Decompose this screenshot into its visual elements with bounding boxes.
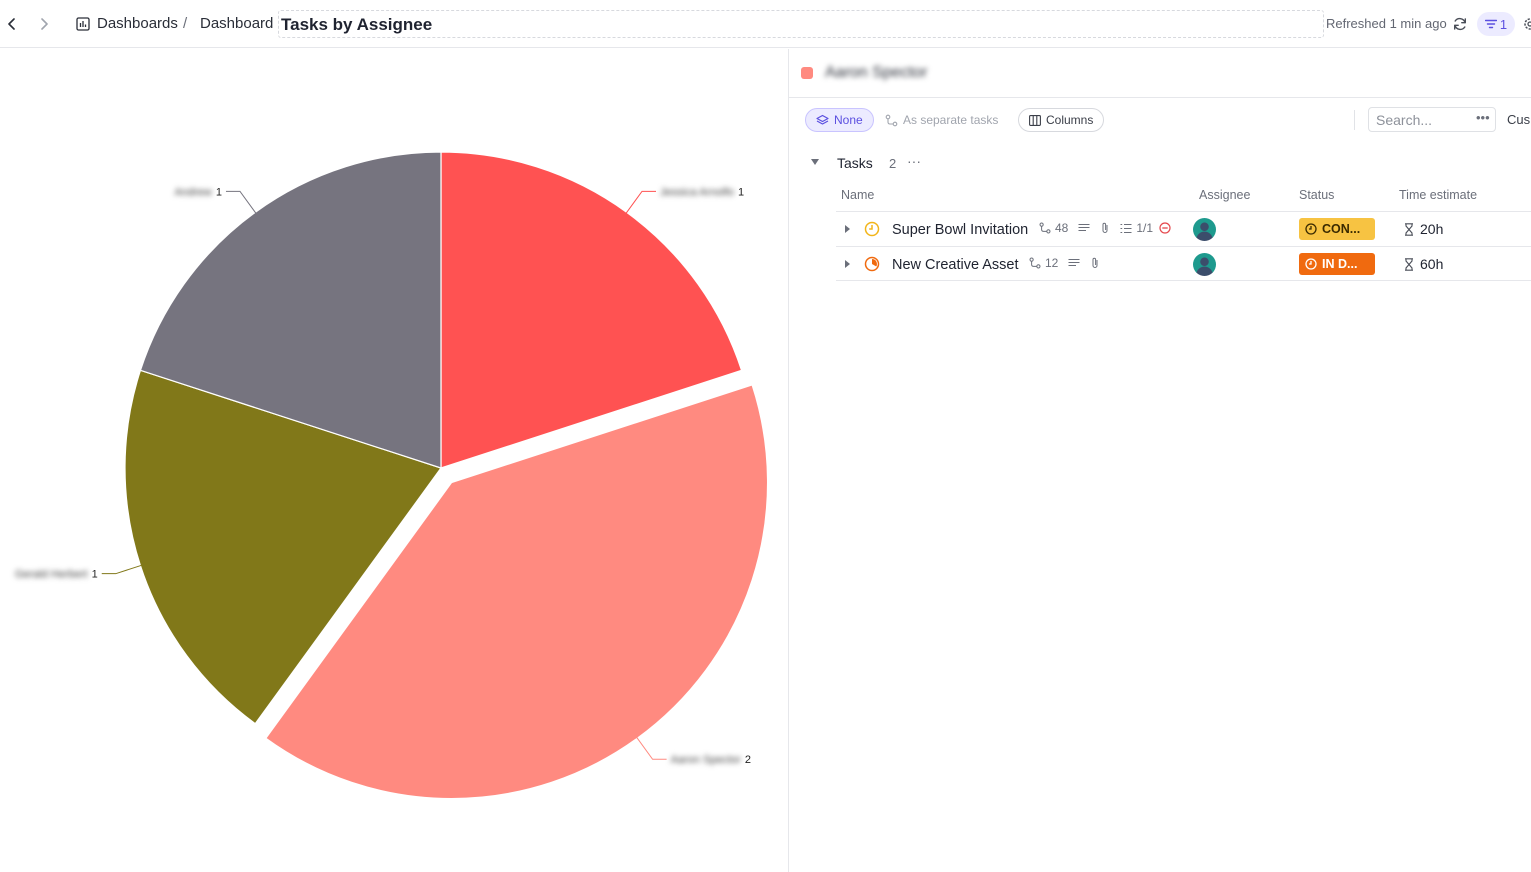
table-row[interactable]: Super Bowl Invitation 48 1/1 CON... 20h	[836, 211, 1531, 246]
toolbar-divider	[1354, 110, 1355, 130]
chevron-left-icon	[8, 18, 15, 30]
refreshed-status: Refreshed 1 min ago	[1326, 16, 1447, 31]
time-estimate-value: 20h	[1420, 221, 1444, 237]
task-meta: 48 1/1	[1039, 221, 1171, 235]
table-row[interactable]: New Creative Asset 12 IN D... 60h	[836, 246, 1531, 281]
assignee-avatar[interactable]	[1193, 253, 1216, 276]
more-options-icon[interactable]: •••	[1476, 110, 1490, 125]
slice-label-value: 2	[745, 754, 751, 766]
chevron-right-icon	[41, 18, 48, 30]
dashboard-icon	[76, 17, 90, 31]
filter-icon	[1484, 19, 1497, 29]
description-icon	[1068, 259, 1080, 266]
slice-label-value: 1	[92, 569, 98, 581]
group-by-none-button[interactable]: None	[805, 108, 874, 132]
breadcrumb-dashboards[interactable]: Dashboards	[97, 15, 178, 32]
group-count: 2	[889, 156, 897, 171]
slice-label-name: Aaron Spector	[671, 754, 742, 766]
filter-count: 1	[1499, 16, 1508, 32]
task-name[interactable]: Super Bowl Invitation	[892, 222, 1028, 238]
assignee-avatar[interactable]	[1193, 218, 1216, 241]
collapse-group-icon[interactable]	[811, 159, 819, 165]
filter-button[interactable]: 1	[1477, 12, 1515, 36]
pie-chart: Jessica Arnolfo 1 Aaron Spector 2 1 Gerald He…	[15, 151, 769, 800]
column-header-time-estimate[interactable]: Time estimate	[1399, 188, 1477, 202]
columns-icon	[1029, 114, 1041, 126]
page-title-field[interactable]: Tasks by Assignee	[278, 10, 1324, 38]
refresh-icon[interactable]	[1451, 15, 1469, 33]
subtask-count: 48	[1055, 221, 1069, 235]
gear-icon	[1524, 18, 1531, 30]
attachment-icon	[1102, 222, 1108, 233]
task-meta: 12	[1029, 256, 1100, 270]
attachment-icon	[1092, 257, 1098, 268]
group-more-icon[interactable]: ···	[907, 153, 921, 169]
panel-toolbar: None As separate tasks Columns ••• Cus	[789, 98, 1531, 142]
description-icon	[1078, 224, 1090, 231]
settings-button[interactable]	[1522, 16, 1531, 32]
slice-label-name: Andrew	[175, 186, 212, 198]
slice-label-value: 1	[738, 186, 744, 198]
status-clock-icon	[1305, 258, 1317, 270]
status-badge[interactable]: IN D...	[1299, 253, 1375, 275]
page-title[interactable]: Tasks by Assignee	[281, 15, 432, 35]
expand-row-icon[interactable]	[845, 260, 850, 268]
back-button[interactable]	[2, 14, 22, 34]
top-bar: Dashboards / Dashboard Tasks by Assignee…	[0, 0, 1531, 48]
status-label: IN D...	[1322, 257, 1358, 271]
hourglass-icon	[1405, 257, 1413, 271]
detail-panel: Aaron Spector None As separate tasks Col…	[789, 49, 1531, 872]
checklist-count: 1/1	[1136, 221, 1154, 235]
status-clock-icon	[1305, 223, 1317, 235]
column-header-name[interactable]: Name	[841, 188, 874, 202]
status-label: CON...	[1322, 222, 1361, 236]
forward-button[interactable]	[34, 14, 54, 34]
status-badge[interactable]: CON...	[1299, 218, 1375, 240]
chart-pane: Jessica Arnolfo 1 Aaron Spector 2 1 Gerald He…	[0, 49, 788, 872]
columns-button[interactable]: Columns	[1018, 108, 1105, 132]
subtask-icon	[885, 114, 898, 126]
separate-tasks-label: As separate tasks	[903, 113, 999, 127]
selected-assignee-name: Aaron Spector	[825, 64, 928, 81]
slice-label-name: Gerald Herbert	[15, 569, 88, 581]
time-estimate-value: 60h	[1420, 256, 1444, 272]
hourglass-icon	[1405, 222, 1413, 236]
breadcrumb-dashboard[interactable]: Dashboard	[200, 15, 273, 32]
task-group-header: Tasks 2 ···	[789, 149, 1531, 175]
selected-slice-swatch	[801, 67, 813, 79]
customize-button[interactable]: Cus	[1507, 112, 1530, 127]
expand-row-icon[interactable]	[845, 225, 850, 233]
subtask-count: 12	[1045, 256, 1059, 270]
column-header-status[interactable]: Status	[1299, 188, 1334, 202]
checklist-icon	[1120, 223, 1132, 233]
status-in-design-icon[interactable]	[864, 256, 880, 272]
time-estimate[interactable]: 20h	[1404, 221, 1443, 237]
panel-header: Aaron Spector	[789, 49, 1531, 98]
slice-label-name: Jessica Arnolfo	[660, 186, 734, 198]
task-name[interactable]: New Creative Asset	[892, 257, 1019, 273]
layers-icon	[816, 114, 829, 125]
status-in-progress-icon[interactable]	[864, 221, 880, 237]
separate-tasks-toggle[interactable]: As separate tasks	[875, 108, 1008, 132]
subtask-icon	[1029, 257, 1041, 269]
group-label: Tasks	[837, 155, 873, 171]
blocked-icon	[1159, 222, 1171, 234]
group-by-none-label: None	[834, 113, 863, 127]
slice-label-value: 1	[216, 186, 222, 198]
columns-label: Columns	[1046, 113, 1094, 127]
breadcrumb-separator: /	[183, 15, 188, 32]
subtask-icon	[1039, 222, 1051, 234]
time-estimate[interactable]: 60h	[1404, 256, 1443, 272]
column-header-assignee[interactable]: Assignee	[1199, 188, 1250, 202]
